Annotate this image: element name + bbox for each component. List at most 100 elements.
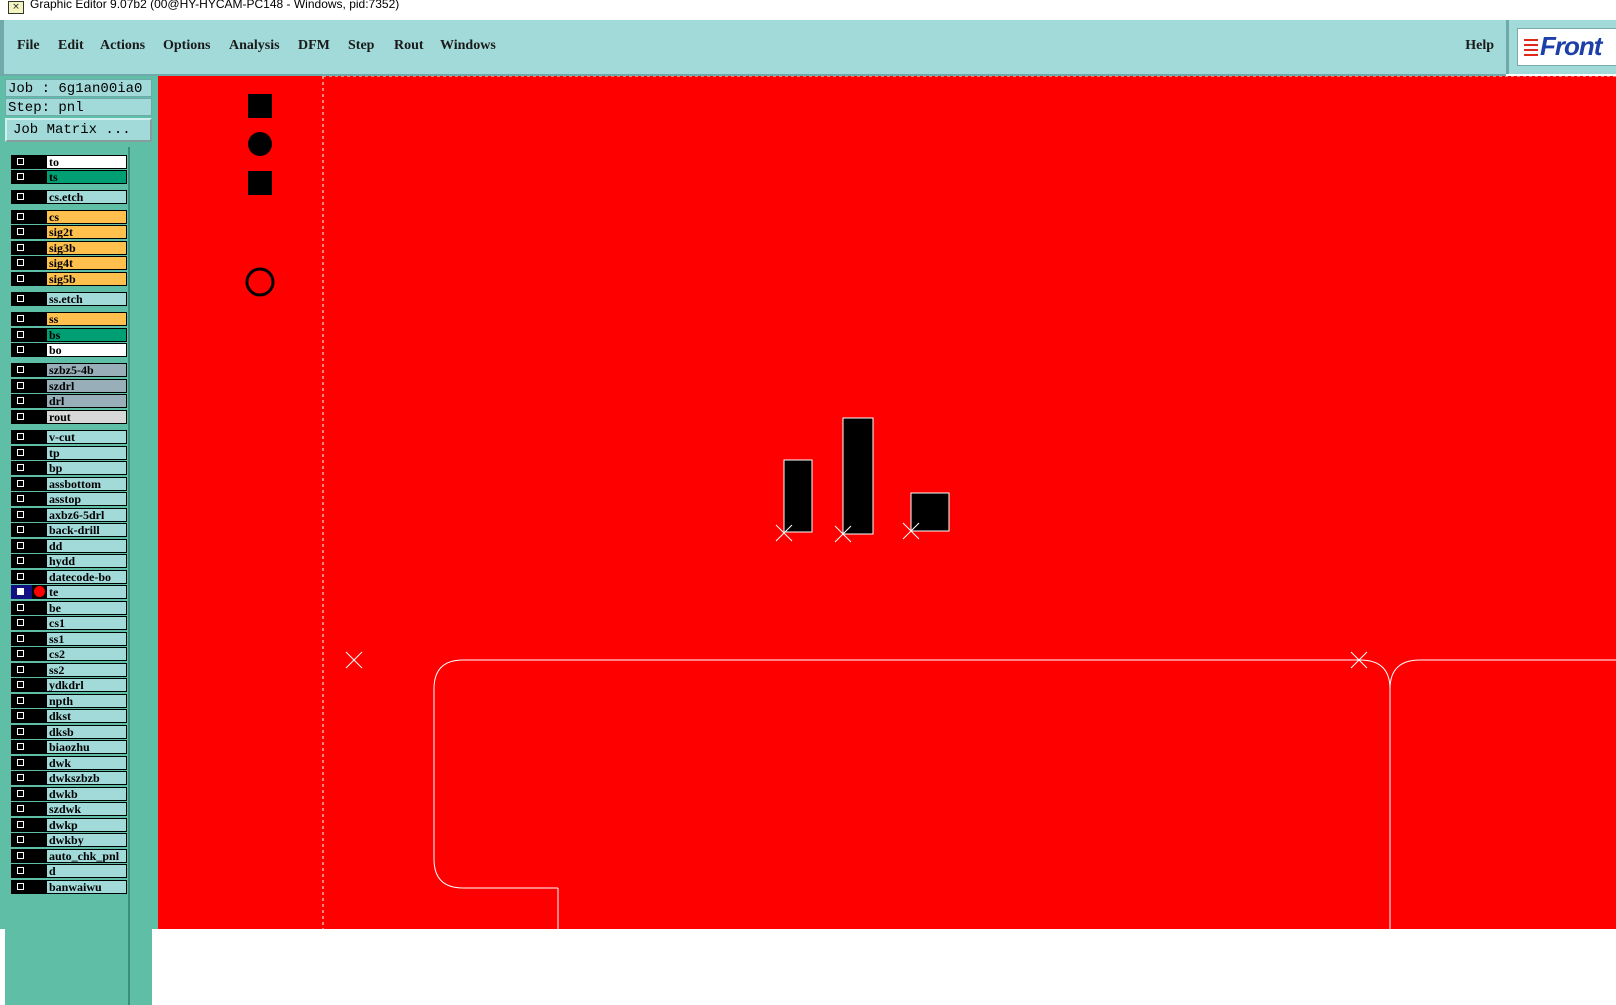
layer-row[interactable]: sig4t [11, 256, 127, 270]
layer-name[interactable]: sig3b [46, 241, 127, 255]
layer-checkbox[interactable] [11, 155, 32, 169]
layer-checkbox[interactable] [11, 256, 32, 270]
menu-dfm[interactable]: DFM [298, 38, 330, 54]
menu-file[interactable]: File [17, 38, 40, 54]
layer-status-cell[interactable] [32, 477, 46, 491]
layer-status-cell[interactable] [32, 312, 46, 326]
layer-row[interactable]: ss.etch [11, 292, 127, 306]
layer-checkbox[interactable] [11, 709, 32, 723]
layer-name[interactable]: biaozhu [46, 740, 127, 754]
layer-checkbox[interactable] [11, 508, 32, 522]
menu-actions[interactable]: Actions [100, 38, 145, 54]
layer-status-cell[interactable] [32, 632, 46, 646]
layer-status-cell[interactable] [32, 539, 46, 553]
layer-row[interactable]: ss1 [11, 632, 127, 646]
layer-checkbox[interactable] [11, 492, 32, 506]
layer-name[interactable]: ss [46, 312, 127, 326]
layer-status-cell[interactable] [32, 663, 46, 677]
layer-status-cell[interactable] [32, 787, 46, 801]
layer-checkbox[interactable] [11, 725, 32, 739]
layer-checkbox[interactable] [11, 241, 32, 255]
layer-row[interactable]: te [11, 585, 127, 599]
layer-name[interactable]: datecode-bo [46, 570, 127, 584]
layer-checkbox[interactable] [11, 678, 32, 692]
layer-name[interactable]: auto_chk_pnl [46, 849, 127, 863]
layer-name[interactable]: szbz5-4b [46, 363, 127, 377]
layer-status-cell[interactable] [32, 554, 46, 568]
layer-checkbox[interactable] [11, 694, 32, 708]
layer-checkbox[interactable] [11, 190, 32, 204]
layer-status-cell[interactable] [32, 864, 46, 878]
layer-row[interactable]: dwk [11, 756, 127, 770]
layer-name[interactable]: dwkb [46, 787, 127, 801]
layer-checkbox[interactable] [11, 477, 32, 491]
layer-name[interactable]: axbz6-5drl [46, 508, 127, 522]
layer-row[interactable]: dwkby [11, 833, 127, 847]
layer-row[interactable]: szdrl [11, 379, 127, 393]
layer-status-cell[interactable] [32, 678, 46, 692]
layer-status-cell[interactable] [32, 170, 46, 184]
layer-checkbox[interactable] [11, 756, 32, 770]
layer-row[interactable]: szdwk [11, 802, 127, 816]
layer-status-cell[interactable] [32, 570, 46, 584]
layer-row[interactable]: datecode-bo [11, 570, 127, 584]
layer-row[interactable]: drl [11, 394, 127, 408]
layer-checkbox[interactable] [11, 363, 32, 377]
layer-row[interactable]: sig3b [11, 241, 127, 255]
layer-checkbox[interactable] [11, 849, 32, 863]
layer-list-scrollbar[interactable] [130, 147, 152, 1005]
layer-name[interactable]: be [46, 601, 127, 615]
layer-checkbox[interactable] [11, 210, 32, 224]
layer-status-cell[interactable] [32, 210, 46, 224]
layer-name[interactable]: bs [46, 328, 127, 342]
layer-row[interactable]: sig2t [11, 225, 127, 239]
layer-checkbox[interactable] [11, 343, 32, 357]
layer-name[interactable]: bp [46, 461, 127, 475]
layer-name[interactable]: npth [46, 694, 127, 708]
layer-status-cell[interactable] [32, 849, 46, 863]
layer-status-cell[interactable] [32, 756, 46, 770]
layer-status-cell[interactable] [32, 725, 46, 739]
layer-status-cell[interactable] [32, 256, 46, 270]
layer-checkbox[interactable] [11, 740, 32, 754]
graphic-canvas[interactable] [158, 76, 1616, 929]
layer-status-cell[interactable] [32, 771, 46, 785]
layer-row[interactable]: tp [11, 446, 127, 460]
layer-row[interactable]: bs [11, 328, 127, 342]
layer-row[interactable]: be [11, 601, 127, 615]
layer-row[interactable]: cs1 [11, 616, 127, 630]
layer-checkbox[interactable] [11, 647, 32, 661]
layer-checkbox[interactable] [11, 616, 32, 630]
menu-step[interactable]: Step [348, 38, 374, 54]
layer-row[interactable]: sig5b [11, 272, 127, 286]
menu-analysis[interactable]: Analysis [229, 38, 280, 54]
layer-row[interactable]: dwkb [11, 787, 127, 801]
layer-name[interactable]: cs.etch [46, 190, 127, 204]
layer-name[interactable]: ss1 [46, 632, 127, 646]
layer-row[interactable]: bo [11, 343, 127, 357]
layer-status-cell[interactable] [32, 818, 46, 832]
layer-checkbox[interactable] [11, 864, 32, 878]
layer-name[interactable]: dd [46, 539, 127, 553]
layer-row[interactable]: ts [11, 170, 127, 184]
layer-row[interactable]: szbz5-4b [11, 363, 127, 377]
layer-checkbox[interactable] [11, 818, 32, 832]
layer-name[interactable]: v-cut [46, 430, 127, 444]
layer-checkbox[interactable] [11, 632, 32, 646]
layer-name[interactable]: cs2 [46, 647, 127, 661]
layer-checkbox[interactable] [11, 880, 32, 894]
layer-status-cell[interactable] [32, 394, 46, 408]
layer-row[interactable]: banwaiwu [11, 880, 127, 894]
layer-name[interactable]: dwkp [46, 818, 127, 832]
layer-checkbox[interactable] [11, 272, 32, 286]
layer-row[interactable]: v-cut [11, 430, 127, 444]
layer-status-cell[interactable] [32, 709, 46, 723]
layer-status-cell[interactable] [32, 647, 46, 661]
layer-name[interactable]: szdrl [46, 379, 127, 393]
layer-name[interactable]: ss2 [46, 663, 127, 677]
menu-help[interactable]: Help [1465, 38, 1494, 54]
layer-checkbox[interactable] [11, 225, 32, 239]
layer-status-cell[interactable] [32, 492, 46, 506]
layer-row[interactable]: cs2 [11, 647, 127, 661]
layer-status-cell[interactable] [32, 880, 46, 894]
